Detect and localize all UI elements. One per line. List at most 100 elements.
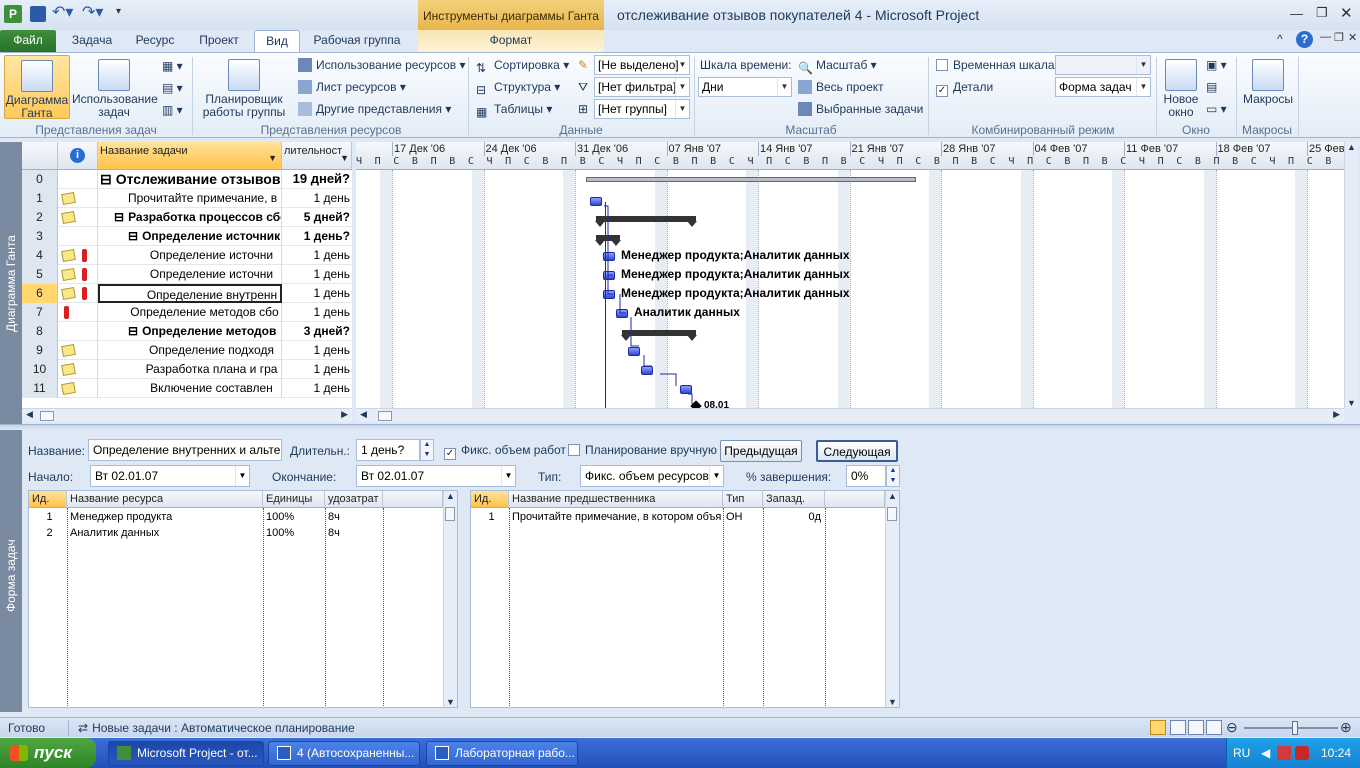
new-tasks-mode[interactable]: ⇄ Новые задачи : Автоматическое планирова… [78,721,355,735]
selected-tasks-button[interactable]: Выбранные задачи [798,102,923,116]
zoom-in-icon[interactable]: ⊕ [1340,719,1352,736]
task-name-cell[interactable]: Определение источни [98,265,282,284]
row-id[interactable]: 10 [22,360,58,379]
duration-cell[interactable]: 1 день [282,341,352,360]
row-id[interactable]: 6 [22,284,58,303]
duration-cell[interactable]: 1 день [282,246,352,265]
resource-work-cell[interactable]: 8ч [325,525,383,541]
resource-work-cell[interactable]: 8ч [325,509,383,525]
doc-close-icon[interactable]: ✕ [1348,31,1357,44]
start-field[interactable]: Вт 02.01.07 ▼ [90,465,250,487]
task-name-cell[interactable]: ⊟ Определение источник [98,227,282,246]
select-all-cell[interactable] [22,142,58,170]
tray-arrow-icon[interactable]: ◀ [1261,738,1270,768]
scroll-down-icon[interactable]: ▼ [446,697,455,707]
details-checkbox[interactable]: ✓ Детали [936,80,993,97]
timeline-checkbox[interactable]: Временная шкала [936,58,1055,72]
task-row[interactable]: 4 Определение источни 1 день [22,246,352,265]
tab-view[interactable]: Вид [254,30,300,52]
predecessor-id-cell[interactable]: 1 [471,509,509,525]
resource-overallocated-icon[interactable] [82,287,87,300]
scroll-left-icon[interactable]: ◀ [360,409,367,420]
task-row[interactable]: 10 Разработка плана и гра 1 день [22,360,352,379]
percent-complete-field[interactable]: 0% [846,465,886,487]
group-dropdown[interactable]: [Нет группы] ▼ [594,99,690,119]
row-id[interactable]: 11 [22,379,58,398]
gantt-chart-button[interactable]: Диаграмма Ганта [4,55,70,120]
chevron-down-icon[interactable]: ▼ [235,466,249,486]
tab-task[interactable]: Задача [62,30,122,52]
task-row[interactable]: 0 ⊟ Отслеживание отзывов п 19 дней? [22,170,352,189]
finish-field[interactable]: Вт 02.01.07 ▼ [356,465,516,487]
chevron-down-icon[interactable]: ▼ [709,466,723,486]
doc-restore-icon[interactable]: ❐ [1334,31,1344,44]
duration-cell[interactable]: 1 день [282,284,352,303]
resource-units-cell[interactable]: 100% [263,509,325,525]
arrange-icon[interactable]: ▣ ▾ [1206,58,1227,72]
task-row[interactable]: 2 ⊟ Разработка процессов сбо 5 дней? [22,208,352,227]
previous-button[interactable]: Предыдущая [720,440,802,462]
taskbar-item-lab[interactable]: Лабораторная рабо... [426,741,578,766]
scroll-left-icon[interactable]: ◀ [26,409,33,420]
indicators-header[interactable]: i [58,142,98,170]
details-view-dropdown[interactable]: Форма задач ▼ [1055,77,1151,97]
resource-units-cell[interactable]: 100% [263,525,325,541]
app-icon[interactable]: P [4,5,22,23]
other-task-view-icon[interactable]: ▥ ▾ [162,103,183,117]
row-id[interactable]: 4 [22,246,58,265]
network-view-icon[interactable]: ▤ ▾ [162,81,183,95]
collapse-ribbon-icon[interactable]: ^ [1277,32,1283,46]
other-views-button[interactable]: Другие представления ▾ [298,102,451,116]
task-name-cell[interactable]: ⊟ Определение методов [98,322,282,341]
task-row[interactable]: 9 Определение подходя 1 день [22,341,352,360]
task-name-cell[interactable]: Включение составлен [98,379,282,398]
start-button[interactable]: пуск [0,738,96,768]
task-usage-shortcut-icon[interactable] [1170,720,1186,735]
predecessor-name-cell[interactable]: Прочитайте примечание, в котором объя [509,509,723,525]
row-id[interactable]: 0 [22,170,58,189]
scroll-down-icon[interactable]: ▼ [888,697,897,707]
note-icon[interactable] [61,343,76,358]
resource-sheet-shortcut-icon[interactable] [1206,720,1222,735]
resource-usage-button[interactable]: Использование ресурсов ▾ [298,58,466,72]
sort-button[interactable]: ⇅ Сортировка ▾ [476,58,569,75]
duration-cell[interactable]: 1 день? [282,227,352,246]
task-name-cell[interactable]: Определение методов сбо [98,303,282,322]
name-field[interactable]: Определение внутренних и альтерн [88,439,282,461]
maximize-icon[interactable]: ❐ [1316,5,1328,21]
language-indicator[interactable]: RU [1233,738,1250,768]
entire-project-button[interactable]: Весь проект [798,80,884,94]
fixed-work-checkbox[interactable]: ✓ Фикс. объем работ [444,443,566,460]
duration-cell[interactable]: 1 день [282,379,352,398]
zoom-button[interactable]: 🔍 Масштаб ▾ [798,58,877,75]
resource-overallocated-icon[interactable] [64,306,69,319]
task-row[interactable]: 11 Включение составлен 1 день [22,379,352,398]
help-icon[interactable]: ? [1296,31,1313,48]
next-button[interactable]: Следующая [816,440,898,462]
duration-cell[interactable]: 19 дней? [282,170,352,189]
task-row[interactable]: 5 Определение источни 1 день [22,265,352,284]
note-icon[interactable] [61,248,76,263]
macros-button[interactable]: Макросы [1240,55,1296,119]
row-id[interactable]: 7 [22,303,58,322]
task-row[interactable]: 3 ⊟ Определение источник 1 день? [22,227,352,246]
note-icon[interactable] [61,267,76,282]
task-name-cell[interactable]: Прочитайте примечание, в кс [98,189,282,208]
task-name-cell[interactable]: Определение источни [98,246,282,265]
resource-overallocated-icon[interactable] [82,249,87,262]
note-icon[interactable] [61,362,76,377]
task-name-cell[interactable]: ⊟ Разработка процессов сбо [98,208,282,227]
resource-name-cell[interactable]: Менеджер продукта [67,509,263,525]
tab-format[interactable]: Формат [418,30,604,52]
team-planner-shortcut-icon[interactable] [1188,720,1204,735]
scroll-thumb[interactable] [887,507,897,521]
customize-qat-icon[interactable]: ▾ [116,6,132,22]
duration-spinner[interactable]: ▲ ▼ [420,439,434,461]
outline-button[interactable]: ⊟ Структура ▾ [476,80,560,97]
split-bar[interactable] [0,424,1360,430]
chart-v-scrollbar[interactable]: ▲ ▼ [1344,142,1358,408]
note-icon[interactable] [61,191,76,206]
resource-id-cell[interactable]: 1 [29,509,67,525]
zoom-out-icon[interactable]: ⊖ [1226,719,1238,736]
doc-minimize-icon[interactable]: — [1320,31,1331,43]
